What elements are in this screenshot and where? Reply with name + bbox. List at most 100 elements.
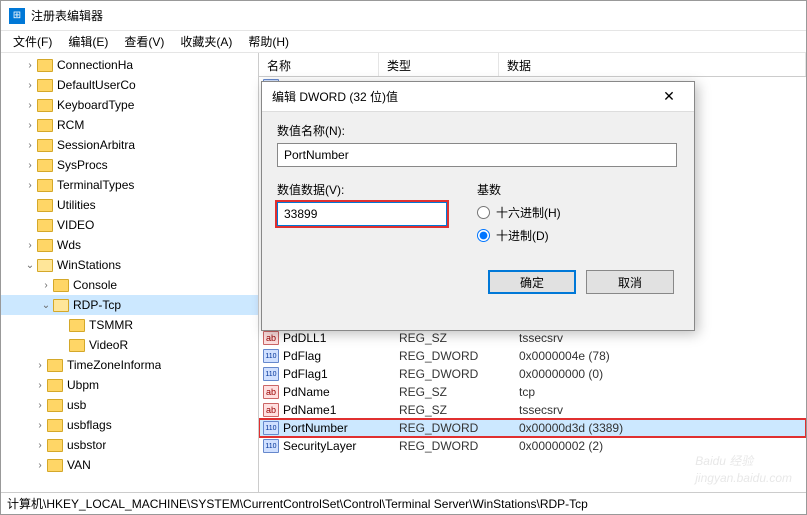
tree-item-label: usbflags — [67, 418, 112, 432]
folder-icon — [37, 99, 53, 112]
expander-icon[interactable]: › — [33, 420, 47, 431]
tree-item[interactable]: › Wds — [1, 235, 258, 255]
menubar: 文件(F) 编辑(E) 查看(V) 收藏夹(A) 帮助(H) — [1, 31, 806, 53]
tree-item[interactable]: Utilities — [1, 195, 258, 215]
tree-item-label: SysProcs — [57, 158, 108, 172]
value-data: 0x0000004e (78) — [519, 349, 806, 363]
value-data: 0x00000002 (2) — [519, 439, 806, 453]
menu-favorites[interactable]: 收藏夹(A) — [172, 31, 240, 52]
tree-item[interactable]: › SysProcs — [1, 155, 258, 175]
tree-item[interactable]: › KeyboardType — [1, 95, 258, 115]
radio-dec-row[interactable]: 十进制(D) — [477, 227, 679, 244]
tree-item[interactable]: ›Console — [1, 275, 258, 295]
value-data: 0x00000000 (0) — [519, 367, 806, 381]
value-type: REG_SZ — [399, 385, 519, 399]
tree-item[interactable]: ⌄ WinStations — [1, 255, 258, 275]
tree-item-label: usbstor — [67, 438, 106, 452]
tree-item[interactable]: VideoR — [1, 335, 258, 355]
tree-item[interactable]: › usb — [1, 395, 258, 415]
col-header-data[interactable]: 数据 — [499, 53, 806, 76]
ok-button[interactable]: 确定 — [488, 270, 576, 294]
expander-icon[interactable]: › — [33, 400, 47, 411]
folder-icon — [69, 319, 85, 332]
col-header-type[interactable]: 类型 — [379, 53, 499, 76]
radio-dec[interactable] — [477, 229, 490, 242]
list-row[interactable]: PdName1REG_SZtssecsrv — [259, 401, 806, 419]
list-row[interactable]: PdDLL1REG_SZtssecsrv — [259, 329, 806, 347]
tree-item[interactable]: › RCM — [1, 115, 258, 135]
expander-icon[interactable]: › — [33, 460, 47, 471]
value-type: REG_DWORD — [399, 349, 519, 363]
expander-icon[interactable]: › — [39, 280, 53, 291]
tree-item[interactable]: ⌄RDP-Tcp — [1, 295, 258, 315]
registry-tree[interactable]: › ConnectionHa › DefaultUserCo › KeyboardType… — [1, 53, 259, 492]
expander-icon[interactable]: › — [23, 100, 37, 111]
expander-icon[interactable]: › — [23, 180, 37, 191]
expander-icon[interactable]: ⌄ — [39, 300, 53, 311]
tree-item[interactable]: › DefaultUserCo — [1, 75, 258, 95]
folder-icon — [37, 139, 53, 152]
value-data: 0x00000d3d (3389) — [519, 421, 806, 435]
list-row[interactable]: PortNumberREG_DWORD0x00000d3d (3389) — [259, 419, 806, 437]
titlebar: 注册表编辑器 — [1, 1, 806, 31]
tree-item-label: Ubpm — [67, 378, 99, 392]
value-data: tssecsrv — [519, 403, 806, 417]
tree-item[interactable]: ›TimeZoneInforma — [1, 355, 258, 375]
expander-icon[interactable]: › — [23, 120, 37, 131]
menu-edit[interactable]: 编辑(E) — [60, 31, 116, 52]
tree-item-label: WinStations — [57, 258, 121, 272]
folder-icon — [47, 379, 63, 392]
expander-icon[interactable]: › — [33, 440, 47, 451]
radio-hex-row[interactable]: 十六进制(H) — [477, 204, 679, 221]
list-row[interactable]: PdNameREG_SZtcp — [259, 383, 806, 401]
expander-icon[interactable]: › — [33, 380, 47, 391]
expander-icon[interactable]: › — [23, 240, 37, 251]
string-value-icon — [263, 403, 279, 417]
list-row[interactable]: PdFlag1REG_DWORD0x00000000 (0) — [259, 365, 806, 383]
tree-item[interactable]: VIDEO — [1, 215, 258, 235]
value-name: PdName — [283, 385, 399, 399]
value-name-input[interactable] — [277, 143, 677, 167]
value-data-label: 数值数据(V): — [277, 181, 477, 198]
list-row[interactable]: PdFlagREG_DWORD0x0000004e (78) — [259, 347, 806, 365]
tree-item[interactable]: › Ubpm — [1, 375, 258, 395]
close-icon[interactable]: ✕ — [654, 88, 684, 105]
value-name: PdName1 — [283, 403, 399, 417]
tree-item[interactable]: ›SessionArbitra — [1, 135, 258, 155]
tree-item-label: usb — [67, 398, 86, 412]
tree-item-label: ConnectionHa — [57, 58, 133, 72]
value-data: tssecsrv — [519, 331, 806, 345]
dialog-titlebar[interactable]: 编辑 DWORD (32 位)值 ✕ — [262, 82, 694, 112]
cancel-button[interactable]: 取消 — [586, 270, 674, 294]
list-header: 名称 类型 数据 — [259, 53, 806, 77]
list-row[interactable]: SecurityLayerREG_DWORD0x00000002 (2) — [259, 437, 806, 455]
value-name: PortNumber — [283, 421, 399, 435]
tree-item[interactable]: ›TerminalTypes — [1, 175, 258, 195]
menu-view[interactable]: 查看(V) — [116, 31, 172, 52]
value-type: REG_DWORD — [399, 367, 519, 381]
expander-icon[interactable]: ⌄ — [23, 260, 37, 271]
tree-item[interactable]: TSMMR — [1, 315, 258, 335]
tree-item[interactable]: › usbflags — [1, 415, 258, 435]
dword-value-icon — [263, 439, 279, 453]
expander-icon[interactable]: › — [23, 60, 37, 71]
col-header-name[interactable]: 名称 — [259, 53, 379, 76]
tree-item[interactable]: › ConnectionHa — [1, 55, 258, 75]
expander-icon[interactable]: › — [23, 80, 37, 91]
tree-item[interactable]: › usbstor — [1, 435, 258, 455]
tree-item-label: DefaultUserCo — [57, 78, 136, 92]
expander-icon[interactable]: › — [33, 360, 47, 371]
expander-icon[interactable]: › — [23, 160, 37, 171]
radio-hex[interactable] — [477, 206, 490, 219]
value-data-input[interactable] — [277, 202, 447, 226]
tree-item[interactable]: ›VAN — [1, 455, 258, 475]
menu-help[interactable]: 帮助(H) — [240, 31, 297, 52]
menu-file[interactable]: 文件(F) — [5, 31, 60, 52]
tree-item-label: Wds — [57, 238, 81, 252]
value-type: REG_DWORD — [399, 439, 519, 453]
tree-item-label: KeyboardType — [57, 98, 134, 112]
tree-item-label: RCM — [57, 118, 84, 132]
string-value-icon — [263, 331, 279, 345]
expander-icon[interactable]: › — [23, 140, 37, 151]
base-label: 基数 — [477, 181, 679, 198]
